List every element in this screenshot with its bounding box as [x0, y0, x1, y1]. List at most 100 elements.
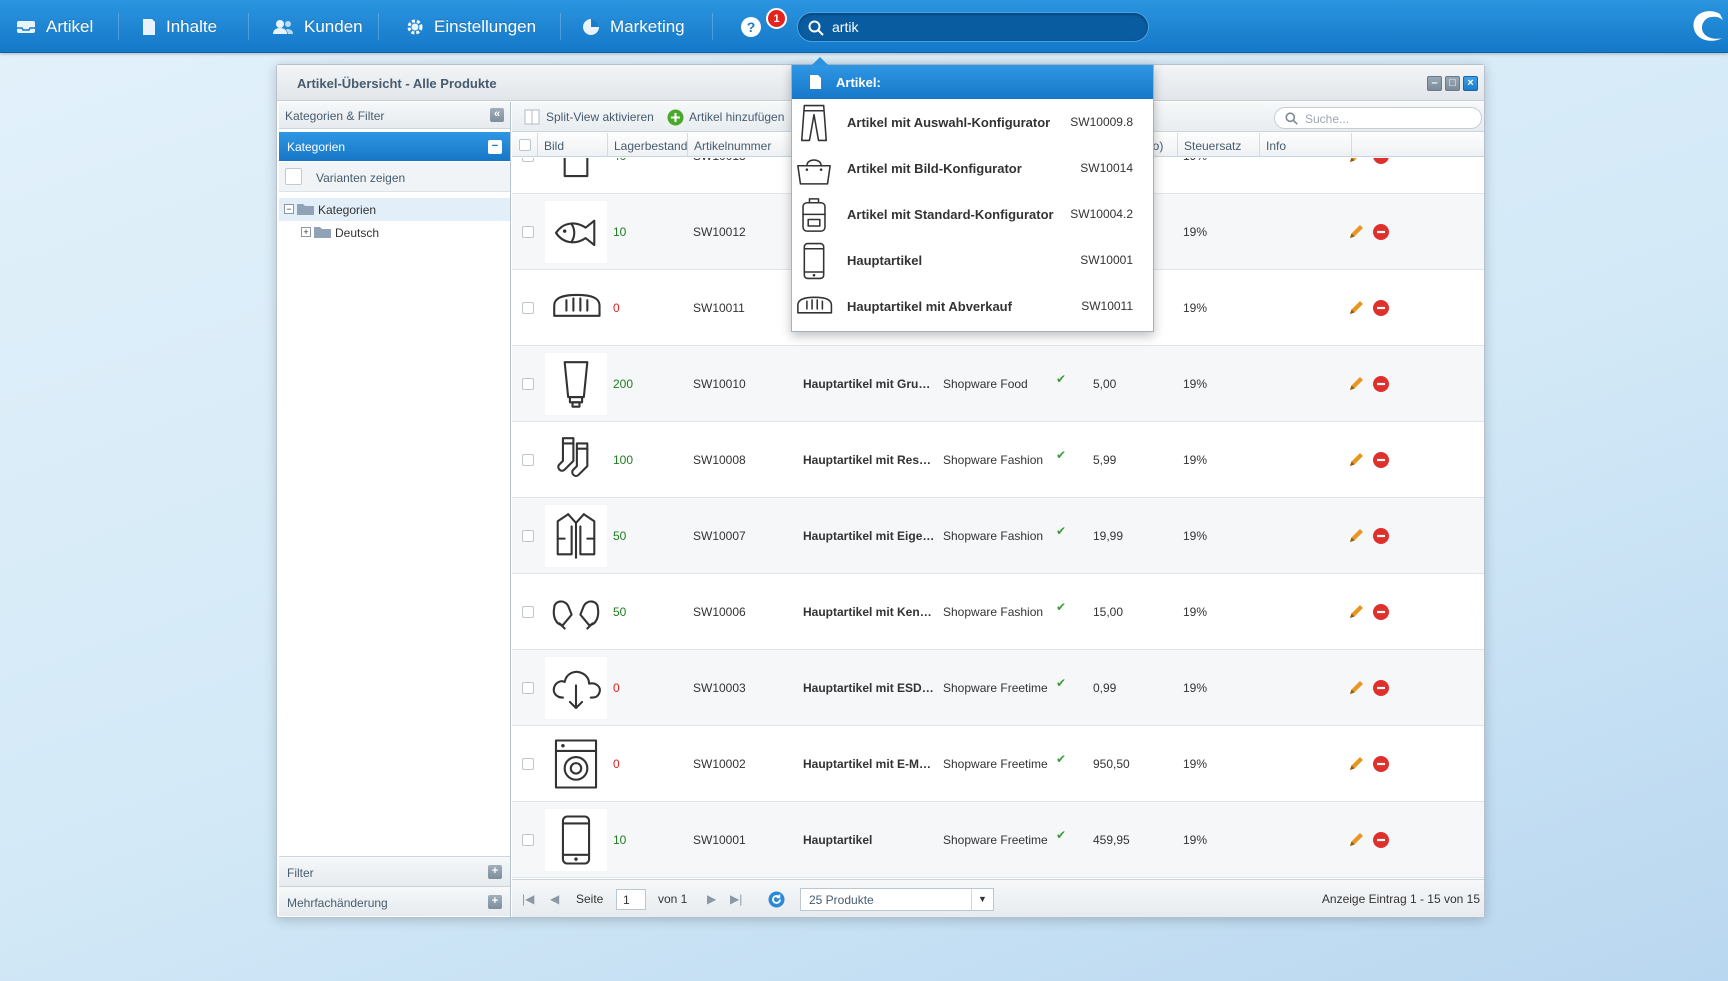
search-result-name: Artikel mit Auswahl-Konfigurator — [847, 115, 1051, 130]
bulk-edit-section-header[interactable]: Mehrfachänderung + — [279, 886, 510, 916]
notification-badge[interactable]: 1 — [766, 8, 787, 29]
grid-search-field[interactable]: Suche... — [1274, 107, 1482, 129]
shopware-logo-icon[interactable] — [1690, 10, 1728, 42]
row-checkbox[interactable] — [522, 226, 534, 238]
show-variants-checkbox[interactable] — [285, 168, 302, 185]
row-checkbox[interactable] — [522, 378, 534, 390]
row-checkbox[interactable] — [522, 530, 534, 542]
expand-bulk-edit-button[interactable]: + — [488, 895, 502, 909]
first-page-button[interactable]: |◀ — [522, 892, 534, 906]
delete-icon[interactable] — [1372, 223, 1390, 241]
add-circle-icon — [667, 109, 684, 125]
tree-collapse-toggle[interactable]: − — [284, 204, 294, 214]
expand-filter-button[interactable]: + — [488, 865, 502, 879]
split-view-button[interactable]: Split-View aktivieren — [524, 102, 654, 132]
add-article-button[interactable]: Artikel hinzufügen — [667, 102, 784, 132]
table-row[interactable]: 50 SW10007 Hauptartikel mit Eigen… Shopw… — [512, 498, 1484, 574]
edit-pencil-icon[interactable] — [1347, 299, 1365, 317]
row-checkbox[interactable] — [522, 682, 534, 694]
table-row[interactable]: 50 SW10006 Hauptartikel mit Kenn… Shopwa… — [512, 574, 1484, 650]
table-row[interactable]: 0 SW10002 Hauptartikel mit E-Mai… Shopwa… — [512, 726, 1484, 802]
minimize-button[interactable]: – — [1427, 76, 1442, 91]
collapse-panel-button[interactable]: « — [490, 108, 504, 122]
help-button[interactable]: ? — [740, 16, 762, 38]
chevron-down-icon[interactable]: ▼ — [971, 889, 993, 910]
page-label: Seite — [576, 892, 604, 906]
edit-pencil-icon[interactable] — [1347, 451, 1365, 469]
search-result-item[interactable]: Artikel mit Standard-Konfigurator SW1000… — [792, 192, 1153, 238]
delete-icon[interactable] — [1372, 679, 1390, 697]
row-checkbox[interactable] — [522, 758, 534, 770]
row-checkbox[interactable] — [522, 158, 534, 162]
add-article-label: Artikel hinzufügen — [689, 110, 785, 124]
delete-icon[interactable] — [1372, 375, 1390, 393]
column-header-steuersatz[interactable]: Steuersatz — [1178, 133, 1260, 157]
global-search[interactable] — [797, 12, 1149, 42]
items-per-page-select[interactable]: 25 Produkte ▼ — [800, 888, 994, 911]
refresh-icon[interactable] — [768, 891, 785, 908]
tree-expand-toggle[interactable]: + — [301, 227, 311, 237]
jacket-icon — [556, 513, 596, 559]
next-page-button[interactable]: ▶ — [707, 892, 716, 906]
nav-item-kunden[interactable]: Kunden — [272, 0, 363, 53]
column-header-bild[interactable]: Bild — [538, 133, 608, 157]
global-search-input[interactable] — [832, 19, 1132, 35]
search-result-item[interactable]: Hauptartikel mit Abverkauf SW10011 — [792, 284, 1153, 330]
close-icon: × — [1467, 77, 1474, 89]
delete-icon[interactable] — [1372, 831, 1390, 849]
select-all-checkbox[interactable] — [519, 139, 531, 151]
row-checkbox[interactable] — [522, 454, 534, 466]
fish-icon — [554, 219, 596, 247]
nav-item-artikel[interactable]: Artikel — [16, 0, 93, 53]
smartphone-icon — [803, 242, 825, 280]
nav-item-einstellungen[interactable]: Einstellungen — [406, 0, 536, 53]
tree-node-kategorien[interactable]: − Kategorien — [279, 198, 510, 221]
select-all-column[interactable] — [512, 133, 538, 157]
column-header-lagerbestand[interactable]: Lagerbestand — [608, 133, 688, 157]
search-result-item[interactable]: Hauptartikel SW10001 — [792, 238, 1153, 284]
column-header-info[interactable]: Info — [1260, 133, 1352, 157]
table-row[interactable]: 200 SW10010 Hauptartikel mit Grun… Shopw… — [512, 346, 1484, 422]
search-result-thumbnail — [794, 195, 834, 235]
table-row[interactable]: 10 SW10001 Hauptartikel Shopware Freetim… — [512, 802, 1484, 878]
search-result-item[interactable]: Artikel mit Auswahl-Konfigurator SW10009… — [792, 100, 1153, 146]
last-page-button[interactable]: ▶| — [730, 892, 742, 906]
categories-header[interactable]: Kategorien − — [279, 132, 510, 161]
edit-pencil-icon[interactable] — [1347, 158, 1365, 165]
tax-cell: 19% — [1183, 833, 1208, 847]
delete-icon[interactable] — [1372, 299, 1390, 317]
tree-node-deutsch[interactable]: + Deutsch — [279, 221, 510, 244]
article-number-cell: SW10003 — [693, 681, 746, 695]
edit-pencil-icon[interactable] — [1347, 375, 1365, 393]
nav-item-marketing[interactable]: Marketing — [582, 0, 685, 53]
column-header-artikelnummer[interactable]: Artikelnummer — [688, 133, 798, 157]
row-checkbox[interactable] — [522, 606, 534, 618]
price-cell: 5,99 — [1093, 453, 1117, 467]
filter-section-header[interactable]: Filter + — [279, 856, 510, 886]
edit-pencil-icon[interactable] — [1347, 831, 1365, 849]
article-number-cell: SW10008 — [693, 453, 746, 467]
collapse-categories-button[interactable]: − — [488, 140, 502, 154]
table-row[interactable]: 0 SW10003 Hauptartikel mit ESD … Shopwar… — [512, 650, 1484, 726]
edit-pencil-icon[interactable] — [1347, 223, 1365, 241]
page-number-input[interactable]: 1 — [616, 889, 646, 910]
delete-icon[interactable] — [1372, 755, 1390, 773]
delete-icon[interactable] — [1372, 451, 1390, 469]
nav-item-inhalte[interactable]: Inhalte — [142, 0, 217, 53]
delete-icon[interactable] — [1372, 158, 1390, 165]
close-button[interactable]: × — [1463, 76, 1478, 91]
backpack-icon — [802, 198, 826, 232]
delete-icon[interactable] — [1372, 527, 1390, 545]
search-result-item[interactable]: Artikel mit Bild-Konfigurator SW10014 — [792, 146, 1153, 192]
delete-icon[interactable] — [1372, 603, 1390, 621]
maximize-button[interactable]: □ — [1445, 76, 1460, 91]
table-row[interactable]: 100 SW10008 Hauptartikel mit Ress… Shopw… — [512, 422, 1484, 498]
prev-page-button[interactable]: ◀ — [550, 892, 559, 906]
edit-pencil-icon[interactable] — [1347, 527, 1365, 545]
row-checkbox[interactable] — [522, 834, 534, 846]
edit-pencil-icon[interactable] — [1347, 755, 1365, 773]
row-checkbox[interactable] — [522, 302, 534, 314]
edit-pencil-icon[interactable] — [1347, 679, 1365, 697]
plus-icon: + — [491, 895, 499, 907]
edit-pencil-icon[interactable] — [1347, 603, 1365, 621]
